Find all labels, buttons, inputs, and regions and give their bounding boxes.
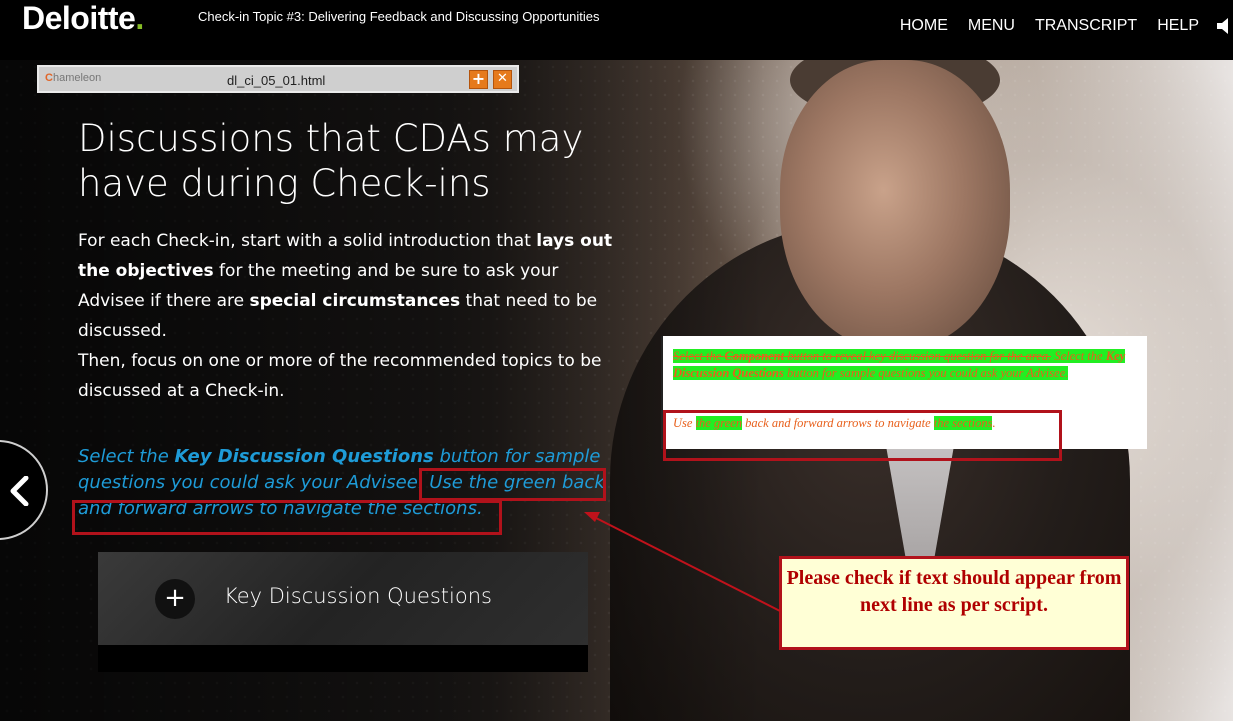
key-discussion-questions-label: Key Discussion Questions (224, 584, 492, 608)
chameleon-logo: Chameleon (45, 72, 101, 84)
script-line1-c: button to reveal key discussion question… (784, 349, 1052, 363)
instruction-bold: Key Discussion Questions (174, 446, 434, 467)
intro-paragraph: For each Check-in, start with a solid in… (78, 226, 623, 346)
review-highlight-box-2 (72, 500, 502, 535)
nav-help[interactable]: HELP (1157, 17, 1199, 35)
chameleon-toolbar: Chameleon dl_ci_05_01.html + ✕ (37, 65, 519, 93)
chevron-left-icon (10, 476, 29, 506)
logo-dot: . (135, 0, 144, 36)
page-title: Discussions that CDAs may have during Ch… (78, 117, 584, 205)
nav-menu[interactable]: MENU (968, 17, 1015, 35)
intro-bold-2: special circumstances (249, 291, 461, 311)
expand-icon[interactable]: + (469, 70, 488, 89)
nav-transcript[interactable]: TRANSCRIPT (1035, 17, 1137, 35)
intro-text-1: For each Check-in, start with a solid in… (78, 231, 537, 251)
review-comment-box: Please check if text should appear from … (779, 556, 1129, 650)
script-line-1: Select the Component button to reveal ke… (673, 348, 1143, 382)
course-title: Check-in Topic #3: Delivering Feedback a… (198, 9, 600, 24)
nav-home[interactable]: HOME (900, 17, 948, 35)
key-discussion-questions-button[interactable]: + Key Discussion Questions (98, 552, 588, 645)
script-line1-d: Select the (1051, 349, 1106, 363)
review-highlight-box-1 (419, 468, 606, 501)
chameleon-logo-text: hameleon (52, 72, 102, 84)
instruction-text-1: Select the (78, 446, 175, 467)
chameleon-logo-initial: C (45, 72, 53, 84)
speaker-icon[interactable] (1217, 17, 1233, 35)
focus-paragraph: Then, focus on one or more of the recomm… (78, 351, 602, 401)
top-nav: HOME MENU TRANSCRIPT HELP (900, 17, 1233, 35)
script-line1-a: Select the (673, 349, 725, 363)
script-line1-b: Component (724, 349, 785, 363)
logo-text: Deloitte (22, 0, 136, 36)
chameleon-filename: dl_ci_05_01.html (227, 73, 326, 88)
plus-icon: + (155, 579, 195, 619)
top-header: Deloitte. Check-in Topic #3: Delivering … (0, 0, 1233, 60)
button-shadow-bar (98, 645, 588, 672)
script-line1-f: button for sample questions you could as… (783, 366, 1069, 380)
script-highlight-box (663, 410, 1062, 461)
deloitte-logo: Deloitte. (22, 0, 144, 37)
close-icon[interactable]: ✕ (493, 70, 512, 89)
